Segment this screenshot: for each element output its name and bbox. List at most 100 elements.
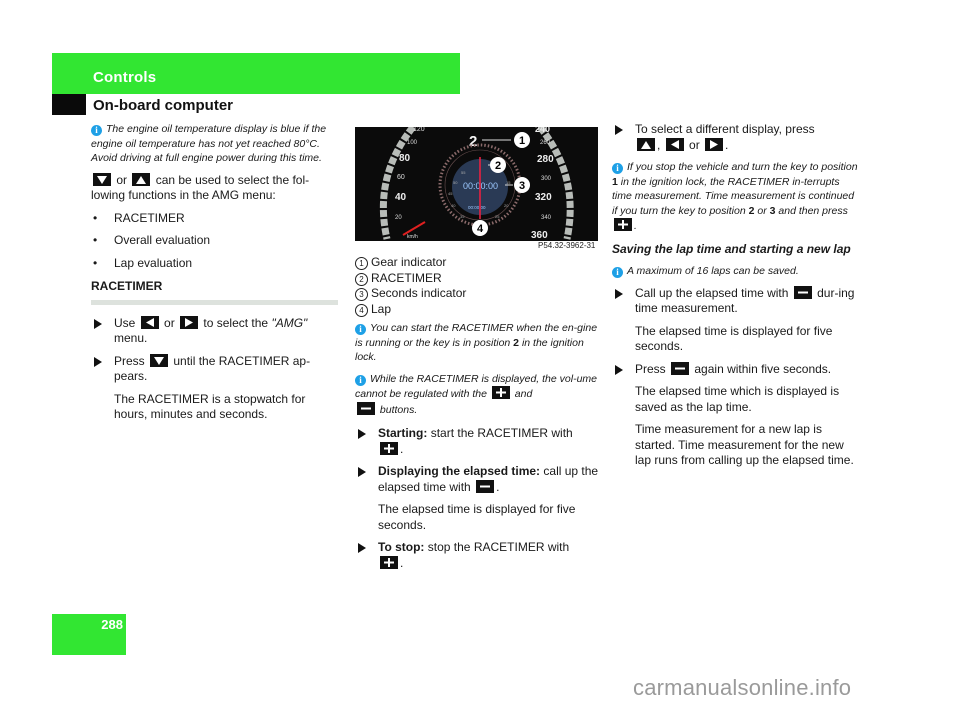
svg-text:40: 40 [451, 203, 456, 208]
svg-text:2: 2 [495, 160, 501, 172]
legend-item: 4 Lap [355, 302, 600, 318]
menu-item-list: • RACETIMER • Overall evaluation • Lap eval… [91, 211, 341, 272]
step-description: The RACETIMER is a stopwatch for hours, … [114, 391, 306, 422]
legend-item: 3 Seconds indicator [355, 286, 600, 302]
column-3: To select a different display, press , o… [612, 122, 862, 476]
plus-key-icon [380, 555, 398, 569]
step-arrow-icon [615, 288, 623, 299]
svg-text:20: 20 [504, 203, 509, 208]
step-select-display: To select a different display, press , o… [612, 122, 862, 153]
section-marker [52, 94, 86, 115]
list-item: • Lap evaluation [93, 255, 193, 270]
svg-text:1: 1 [519, 135, 525, 147]
step-arrow-icon [358, 429, 366, 439]
scale-label: 100 [407, 140, 418, 146]
note-volume: i While the RACETIMER is displayed, the v… [355, 372, 597, 416]
scale-label: 280 [537, 154, 554, 165]
left-key-icon [140, 315, 159, 329]
step-call-elapsed: Call up the elapsed time with dur-ing ti… [612, 285, 862, 317]
callout-4: 4 [472, 220, 488, 236]
down-key-icon [150, 353, 169, 367]
svg-text:15: 15 [506, 180, 511, 185]
subheading-saving-lap: Saving the lap time and starting a new l… [612, 241, 851, 256]
minus-key-icon [476, 479, 495, 493]
right-key-icon [180, 315, 199, 329]
step-arrow-icon [615, 125, 623, 135]
scale-label: 320 [535, 192, 552, 203]
step-arrow-icon [358, 467, 366, 477]
list-item: • RACETIMER [93, 210, 185, 225]
note-text: The engine oil temperature display is bl… [91, 123, 327, 164]
legend-item: 2 RACETIMER [355, 271, 600, 287]
figure-caption: P54.32-3962-31 [538, 241, 596, 250]
column-1: i The engine oil temperature display is b… [91, 122, 341, 430]
callout-3: 3 [514, 177, 530, 193]
subsection-title: On-board computer [93, 97, 234, 114]
svg-text:55: 55 [461, 170, 466, 175]
right-key-icon [705, 137, 724, 151]
step-description: The elapsed time is displayed for five s… [378, 502, 576, 532]
down-key-icon [93, 172, 111, 186]
step-starting: Starting: start the RACETIMER with . [355, 426, 600, 457]
step-press-down: Press until the RACETIMER ap-pears. [91, 353, 341, 385]
step-press-again: Press again within five seconds. [612, 361, 862, 378]
svg-text:3: 3 [519, 180, 525, 192]
note-max-laps: iA maximum of 16 laps can be saved. [612, 264, 862, 279]
svg-text:4: 4 [477, 223, 484, 235]
scale-label: 60 [397, 174, 405, 181]
section-title: Controls [93, 69, 157, 86]
step-select-amg: Use or to select the "AMG" menu. [91, 315, 341, 347]
watermark-link[interactable]: carmanualsonline.info [633, 675, 851, 701]
scale-label: 360 [531, 230, 548, 241]
step-arrow-icon [358, 543, 366, 553]
up-key-icon [637, 137, 655, 151]
plus-key-icon [614, 218, 632, 231]
info-icon: i [612, 267, 623, 278]
scale-label: 40 [395, 192, 407, 203]
svg-text:25: 25 [495, 214, 500, 219]
section-heading-racetimer: RACETIMER [91, 279, 163, 293]
lap-readout: 00:00:00 [468, 205, 486, 210]
heading-rule [91, 299, 338, 305]
svg-text:45: 45 [448, 191, 453, 196]
svg-text:35: 35 [460, 214, 465, 219]
info-icon: i [355, 324, 366, 335]
scale-label: 20 [395, 215, 402, 221]
up-key-icon [132, 172, 151, 186]
step-description: The elapsed time which is displayed is s… [635, 384, 840, 414]
column-2: 1 Gear indicator 2 RACETIMER 3 Seconds indi… [355, 255, 600, 578]
minus-key-icon [357, 401, 375, 415]
callout-1: 1 [514, 132, 530, 148]
step-arrow-icon [94, 318, 102, 329]
step-description: The elapsed time is displayed for five s… [635, 323, 833, 354]
scale-label: 120 [413, 127, 425, 133]
unit-label: km/h [407, 234, 418, 240]
list-item: • Overall evaluation [93, 233, 211, 247]
figure-legend: 1 Gear indicator 2 RACETIMER 3 Seconds indi… [355, 255, 600, 317]
callout-2: 2 [490, 157, 506, 173]
minus-key-icon [793, 285, 812, 299]
info-icon: i [612, 163, 623, 174]
plus-key-icon [380, 441, 398, 455]
page-number: 288 [101, 617, 123, 632]
note-oil-temp: i The engine oil temperature display is b… [91, 122, 341, 166]
instrument-cluster-illustration: 120 100 80 60 40 20 km/h 240 260 280 300… [355, 127, 598, 241]
menu-intro: or can be used to select the fol-lowing … [91, 172, 341, 204]
text-or: or [116, 172, 128, 187]
step-arrow-icon [615, 364, 623, 375]
scale-label: 340 [541, 215, 552, 221]
note-start-racetimer: i You can start the RACETIMER when the en… [355, 322, 598, 363]
step-elapsed: Displaying the elapsed time: call up the… [355, 464, 600, 495]
gear-indicator: 2 [469, 133, 477, 150]
info-icon: i [91, 125, 102, 136]
note-key-position: i If you stop the vehicle and turn the ke… [612, 161, 858, 232]
scale-label: 240 [535, 127, 550, 134]
step-stop: To stop: stop the RACETIMER with . [355, 540, 600, 571]
step-arrow-icon [94, 356, 102, 367]
dashboard-figure: 120 100 80 60 40 20 km/h 240 260 280 300… [355, 127, 598, 241]
step-description: Time measurement for a new lap is starte… [635, 422, 854, 467]
minus-key-icon [671, 361, 690, 375]
scale-label: 300 [541, 176, 552, 182]
plus-key-icon [491, 386, 510, 399]
legend-item: 1 Gear indicator [355, 255, 600, 271]
